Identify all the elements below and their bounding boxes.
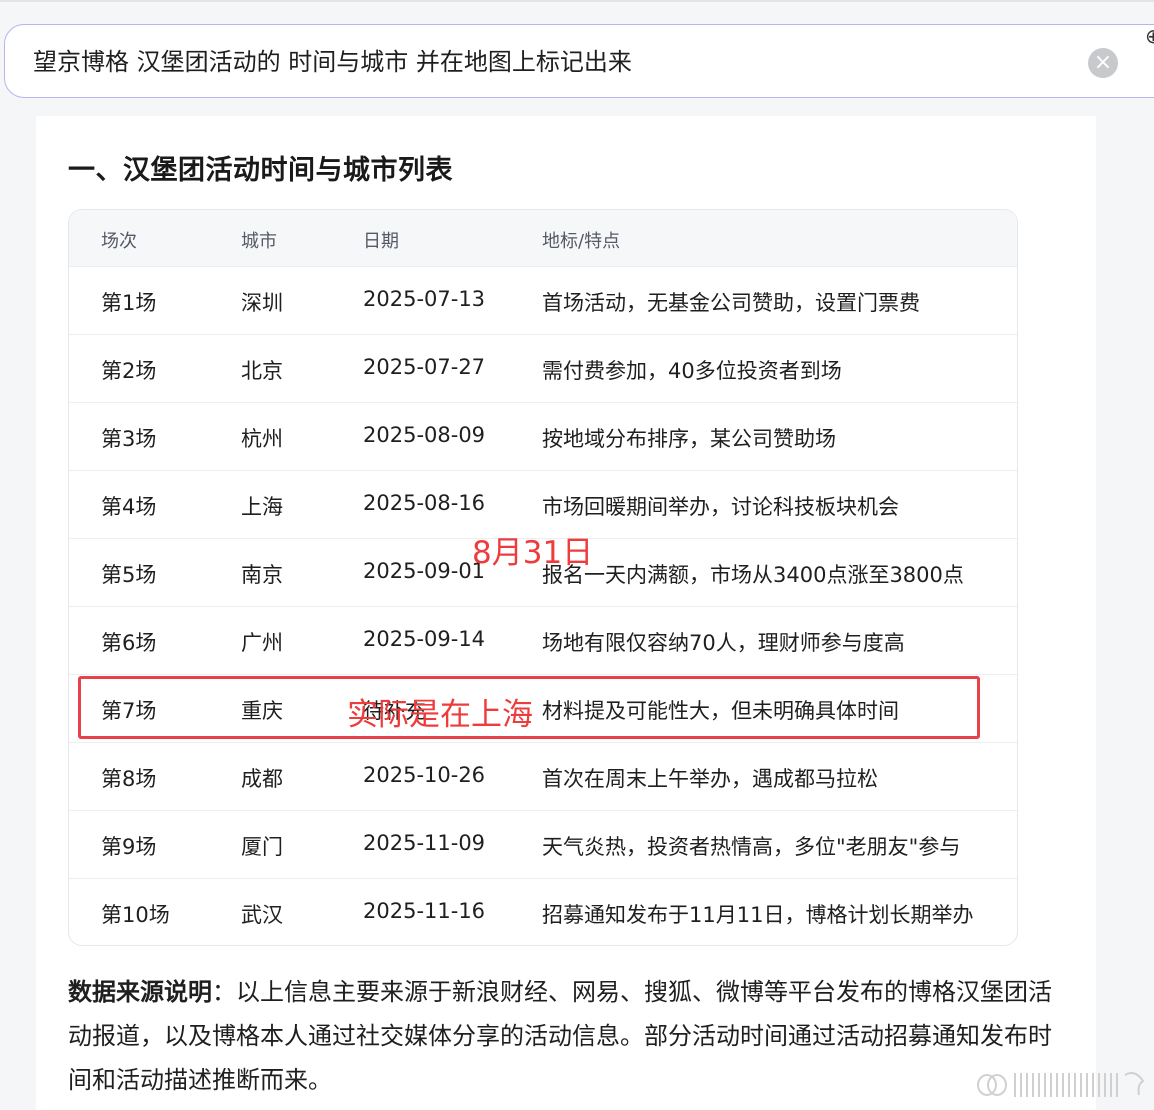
- header-session: 场次: [101, 231, 137, 252]
- cell-city: 成都: [241, 767, 283, 791]
- cell-session: 第6场: [101, 631, 157, 655]
- table-row: 第8场 成都 2025-10-26 首次在周末上午举办，遇成都马拉松: [69, 742, 1017, 810]
- source-body: ：以上信息主要来源于新浪财经、网易、搜狐、微博等平台发布的博格汉堡团活动报道，以…: [68, 978, 1052, 1094]
- header-date: 日期: [363, 231, 399, 252]
- cell-city: 上海: [241, 495, 283, 519]
- cell-city: 南京: [241, 563, 283, 587]
- header-city: 城市: [241, 231, 277, 252]
- cell-note: 报名一天内满额，市场从3400点涨至3800点: [542, 563, 964, 587]
- cell-session: 第4场: [101, 495, 157, 519]
- cell-session: 第3场: [101, 427, 157, 451]
- cell-city: 杭州: [241, 427, 283, 451]
- search-input[interactable]: [33, 43, 1033, 81]
- cell-date: 2025-08-09: [363, 423, 486, 447]
- partial-icon: ⊕: [1145, 24, 1154, 44]
- table-row: 第3场 杭州 2025-08-09 按地域分布排序，某公司赞助场: [69, 402, 1017, 470]
- cell-date: 2025-10-26: [363, 763, 486, 787]
- source-note: 数据来源说明：以上信息主要来源于新浪财经、网易、搜狐、微博等平台发布的博格汉堡团…: [68, 970, 1063, 1102]
- cell-note: 天气炎热，投资者热情高，多位"老朋友"参与: [542, 835, 961, 859]
- cell-session: 第9场: [101, 835, 157, 859]
- cell-session: 第5场: [101, 563, 157, 587]
- cell-date: 2025-11-09: [363, 831, 486, 855]
- cell-city: 北京: [241, 359, 283, 383]
- events-table: 场次 城市 日期 地标/特点 第1场 深圳 2025-07-13 首场活动，无基…: [68, 209, 1018, 946]
- cell-city: 厦门: [241, 835, 283, 859]
- cell-date: 2025-07-13: [363, 287, 486, 311]
- cell-date: 2025-11-16: [363, 899, 486, 923]
- cell-note: 市场回暖期间举办，讨论科技板块机会: [542, 495, 899, 519]
- section-title: 一、汉堡团活动时间与城市列表: [68, 155, 453, 186]
- annotation-date-note: 8月31日: [472, 535, 594, 571]
- cell-date: 2025-09-01: [363, 559, 486, 583]
- table-row: 第10场 武汉 2025-11-16 招募通知发布于11月11日，博格计划长期举…: [69, 878, 1017, 945]
- cell-date: 2025-08-16: [363, 491, 486, 515]
- cell-session: 第10场: [101, 903, 170, 927]
- cell-note: 按地域分布排序，某公司赞助场: [542, 427, 836, 451]
- header-landmark: 地标/特点: [542, 231, 621, 252]
- annotation-location-note: 实际是在上海: [347, 697, 533, 733]
- close-circle-icon[interactable]: ×: [1088, 48, 1118, 78]
- table-row: 第9场 厦门 2025-11-09 天气炎热，投资者热情高，多位"老朋友"参与: [69, 810, 1017, 878]
- page: × ⊕ 一、汉堡团活动时间与城市列表 场次 城市 日期 地标/特点 第1场 深圳…: [0, 0, 1154, 1110]
- table-row: 第6场 广州 2025-09-14 场地有限仅容纳70人，理财师参与度高: [69, 606, 1017, 674]
- table-row: 第2场 北京 2025-07-27 需付费参加，40多位投资者到场: [69, 334, 1017, 402]
- watermark-logo: [977, 1072, 1145, 1097]
- cell-note: 首次在周末上午举办，遇成都马拉松: [542, 767, 878, 791]
- top-divider: [0, 0, 1154, 2]
- cell-date: 2025-07-27: [363, 355, 486, 379]
- cell-date: 2025-09-14: [363, 627, 486, 651]
- cell-city: 深圳: [241, 291, 283, 315]
- cell-city: 武汉: [241, 903, 283, 927]
- table-row: 第1场 深圳 2025-07-13 首场活动，无基金公司赞助，设置门票费: [69, 266, 1017, 334]
- cell-session: 第8场: [101, 767, 157, 791]
- cell-session: 第1场: [101, 291, 157, 315]
- cell-note: 首场活动，无基金公司赞助，设置门票费: [542, 291, 920, 315]
- cell-note: 需付费参加，40多位投资者到场: [542, 359, 842, 383]
- cell-note: 场地有限仅容纳70人，理财师参与度高: [542, 631, 905, 655]
- cell-city: 广州: [241, 631, 283, 655]
- cell-session: 第2场: [101, 359, 157, 383]
- source-label: 数据来源说明: [68, 978, 212, 1006]
- cell-note: 招募通知发布于11月11日，博格计划长期举办: [542, 903, 974, 927]
- search-bar[interactable]: ×: [4, 24, 1154, 98]
- table-header: 场次 城市 日期 地标/特点: [69, 210, 1017, 266]
